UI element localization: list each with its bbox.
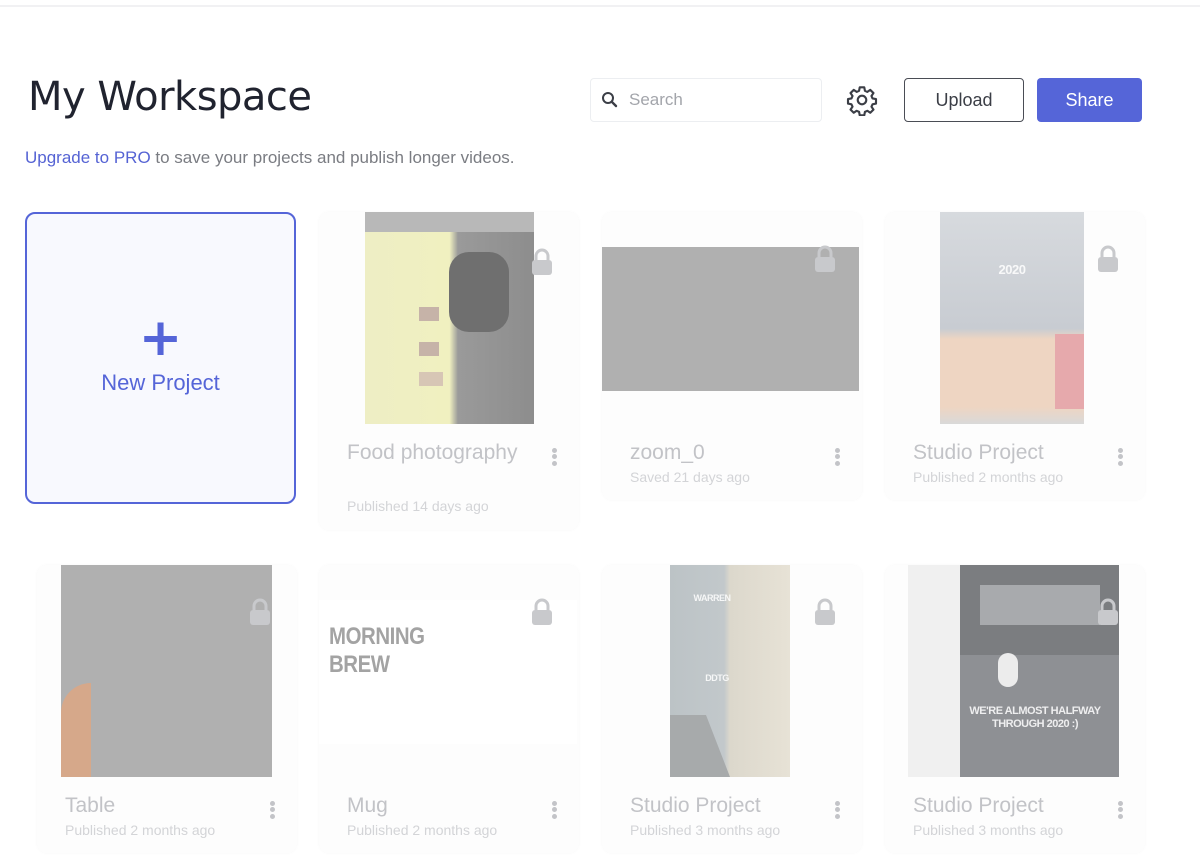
search-icon xyxy=(602,92,618,108)
project-name: Table xyxy=(65,794,116,817)
page-title: My Workspace xyxy=(28,74,312,120)
project-card[interactable]: 2020 Studio Project Published 2 months a… xyxy=(885,212,1145,500)
upload-button[interactable]: Upload xyxy=(904,78,1024,122)
upgrade-message: Upgrade to PRO to save your projects and… xyxy=(25,148,515,168)
lock-icon xyxy=(1098,598,1118,625)
project-name: Studio Project xyxy=(630,794,761,817)
project-card[interactable]: WE'RE ALMOST HALFWAY THROUGH 2020 :) Stu… xyxy=(885,565,1145,853)
project-thumbnail xyxy=(37,565,297,777)
top-divider xyxy=(0,5,1200,7)
more-options-icon[interactable] xyxy=(549,446,559,470)
new-project-card[interactable]: + New Project xyxy=(25,212,296,504)
more-options-icon[interactable] xyxy=(267,799,277,823)
plus-icon: + xyxy=(138,308,183,368)
search-input[interactable] xyxy=(629,90,809,110)
project-thumbnail xyxy=(319,212,579,424)
project-status: Saved 21 days ago xyxy=(630,469,750,485)
lock-icon xyxy=(532,598,552,625)
more-options-icon[interactable] xyxy=(832,799,842,823)
thumbnail-caption: WE'RE ALMOST HALFWAY THROUGH 2020 :) xyxy=(969,705,1101,730)
search-box[interactable] xyxy=(590,78,822,122)
new-project-label: New Project xyxy=(101,370,220,395)
project-status: Published 2 months ago xyxy=(913,469,1064,485)
project-card[interactable]: Food photography Published 14 days ago xyxy=(319,212,579,530)
lock-icon xyxy=(815,245,835,272)
project-status: Published 3 months ago xyxy=(913,822,1064,838)
project-status: Published 3 months ago xyxy=(630,822,781,838)
project-name: Studio Project xyxy=(913,441,1044,464)
lock-icon xyxy=(815,598,835,625)
lock-icon xyxy=(250,598,270,625)
project-name: Studio Project xyxy=(913,794,1044,817)
thumbnail-caption: MORNING BREW xyxy=(329,623,425,678)
project-thumbnail: WE'RE ALMOST HALFWAY THROUGH 2020 :) xyxy=(885,565,1145,777)
project-thumbnail: WARREN DDTG xyxy=(602,565,862,777)
project-status: Published 2 months ago xyxy=(65,822,216,838)
thumbnail-caption: WARREN xyxy=(693,593,732,603)
upgrade-link[interactable]: Upgrade to PRO xyxy=(25,148,151,167)
project-card[interactable]: zoom_0 Saved 21 days ago xyxy=(602,212,862,500)
lock-icon xyxy=(532,248,552,275)
project-thumbnail: 2020 xyxy=(885,212,1145,424)
share-button[interactable]: Share xyxy=(1037,78,1142,122)
upgrade-message-text: to save your projects and publish longer… xyxy=(150,148,515,167)
project-card[interactable]: WARREN DDTG Studio Project Published 3 m… xyxy=(602,565,862,853)
project-card[interactable]: Table Published 2 months ago xyxy=(37,565,297,853)
thumbnail-caption: DDTG xyxy=(705,673,729,683)
project-status: Published 2 months ago xyxy=(347,822,498,838)
project-thumbnail: MORNING BREW xyxy=(319,565,579,777)
more-options-icon[interactable] xyxy=(549,799,559,823)
project-name: zoom_0 xyxy=(630,441,705,464)
thumbnail-caption: 2020 xyxy=(998,262,1026,277)
settings-gear-icon[interactable] xyxy=(846,84,878,116)
more-options-icon[interactable] xyxy=(1115,799,1125,823)
project-name: Food photography xyxy=(347,441,518,464)
project-status: Published 14 days ago xyxy=(347,498,489,514)
project-name: Mug xyxy=(347,794,388,817)
more-options-icon[interactable] xyxy=(832,446,842,470)
lock-icon xyxy=(1098,245,1118,272)
project-card[interactable]: MORNING BREW Mug Published 2 months ago xyxy=(319,565,579,853)
more-options-icon[interactable] xyxy=(1115,446,1125,470)
project-thumbnail xyxy=(602,212,862,424)
